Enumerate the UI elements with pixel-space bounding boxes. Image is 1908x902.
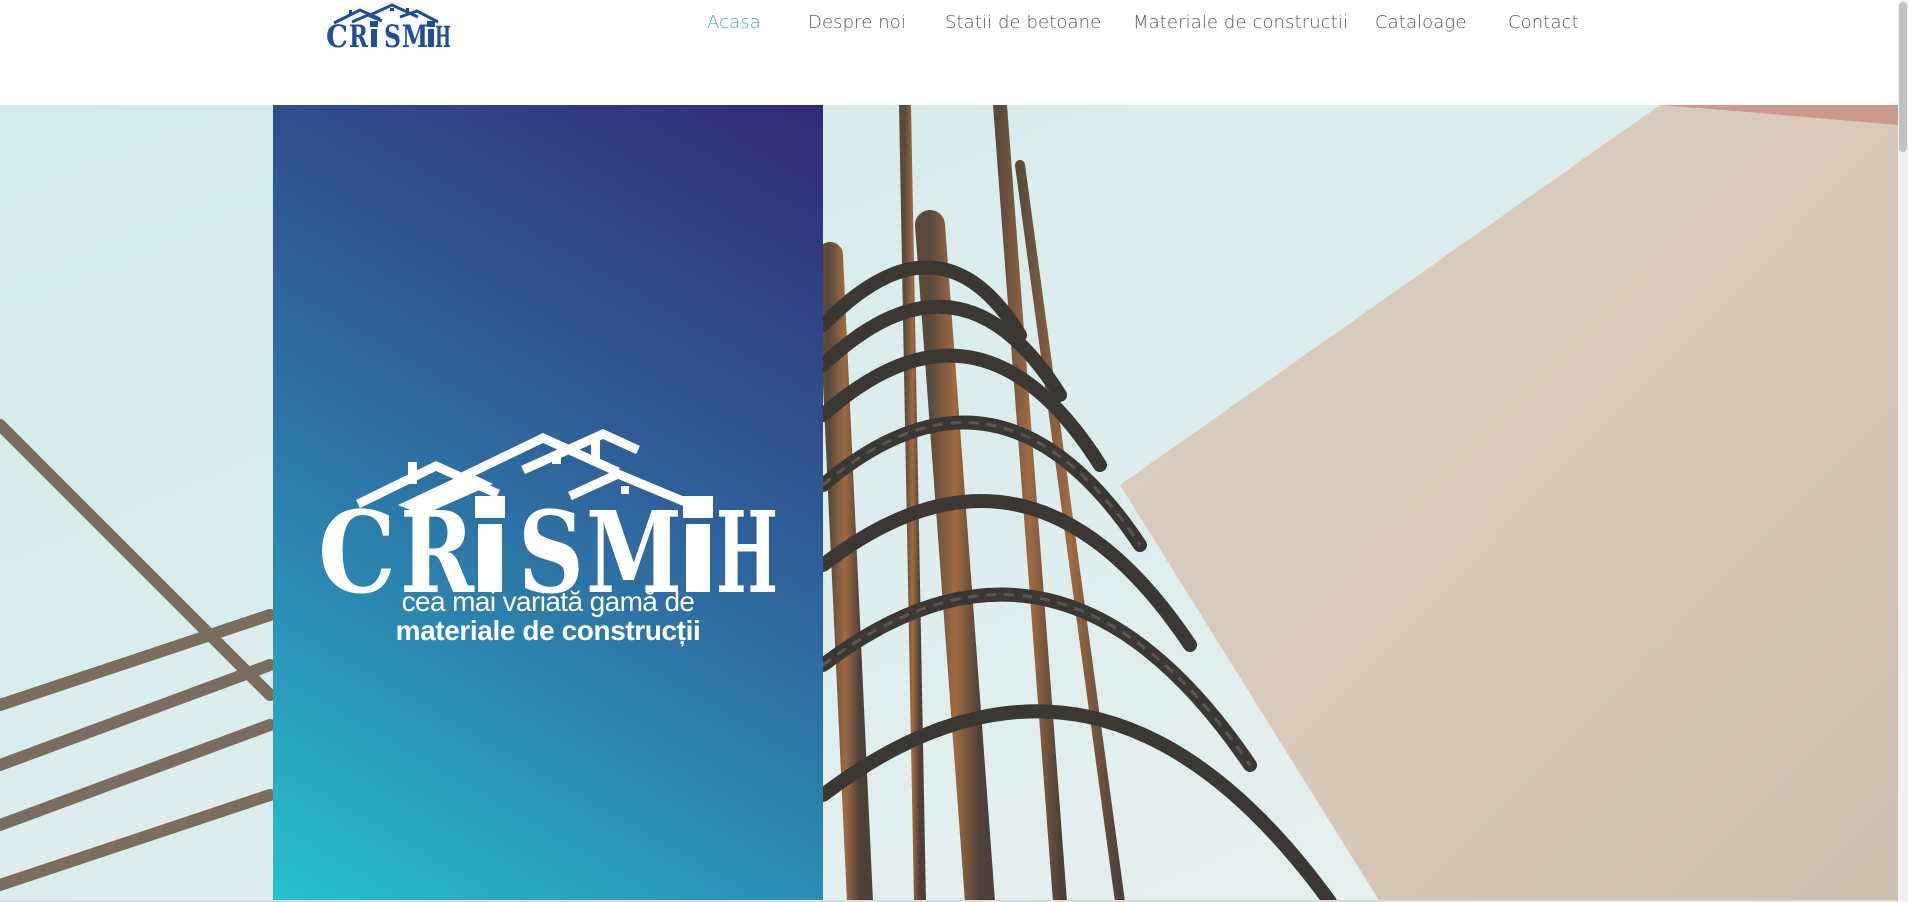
tagline-line-2: materiale de construcții — [395, 615, 701, 646]
main-nav: Acasa Despre noi Statii de betoane Mater… — [0, 0, 1908, 48]
scrollbar-thumb[interactable] — [1899, 2, 1907, 152]
svg-text:R: R — [400, 488, 475, 602]
brand-panel: C R S M H cea mai variată gamă de materi… — [273, 105, 823, 902]
nav-item-statii-de-betoane[interactable]: Statii de betoane — [945, 12, 1101, 33]
nav-item-cataloage[interactable]: Cataloage — [1375, 12, 1467, 33]
svg-text:C: C — [318, 488, 396, 602]
nav-item-materiale-de-constructii[interactable]: Materiale de constructii — [1133, 12, 1348, 33]
svg-text:M: M — [586, 488, 682, 602]
hero-section: C R S M H cea mai variată gamă de materi… — [0, 105, 1898, 902]
svg-text:S: S — [518, 488, 584, 602]
nav-item-contact[interactable]: Contact — [1508, 12, 1579, 33]
site-header: C R S M H Acasa Despre noi Statii de bet… — [0, 0, 1908, 105]
crismih-panel-logo-icon: C R S M H — [318, 429, 778, 602]
nav-item-despre-noi[interactable]: Despre noi — [808, 12, 906, 33]
nav-item-acasa[interactable]: Acasa — [707, 12, 761, 33]
page-scrollbar[interactable] — [1898, 0, 1908, 902]
hero-tagline: cea mai variată gamă de materiale de con… — [273, 587, 823, 645]
svg-text:H: H — [716, 488, 778, 602]
tagline-line-1: cea mai variată gamă de — [401, 586, 695, 617]
